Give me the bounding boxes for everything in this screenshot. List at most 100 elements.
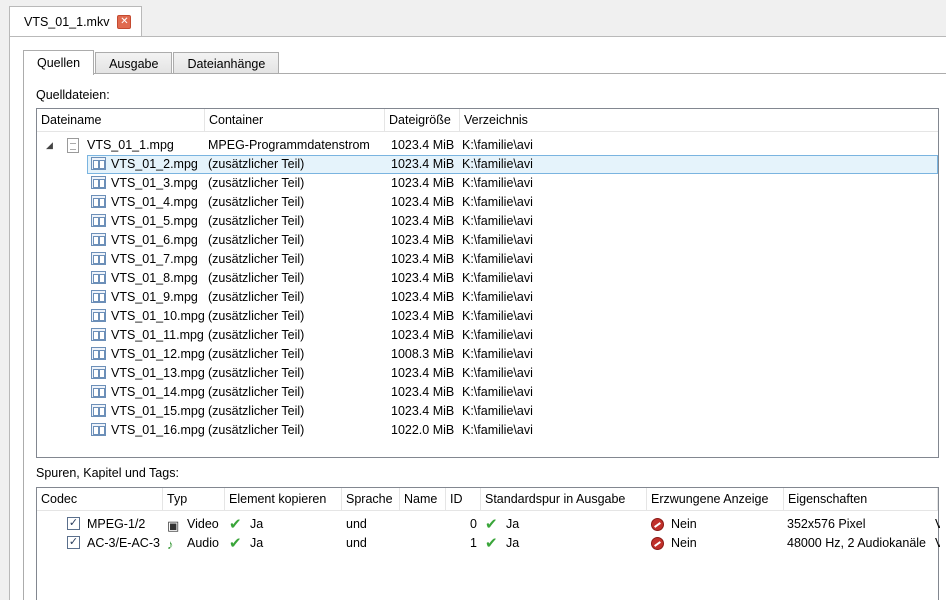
- video-file-icon: [91, 176, 106, 189]
- directory: K:\familie\avi: [462, 157, 533, 171]
- properties-overflow: V: [935, 517, 940, 531]
- column-header-language[interactable]: Sprache: [342, 488, 400, 510]
- table-row[interactable]: VTS_01_14.mpg (zusätzlicher Teil) 1023.4 M…: [37, 383, 938, 402]
- directory: K:\familie\avi: [462, 423, 533, 437]
- column-header-copy[interactable]: Element kopieren: [225, 488, 342, 510]
- tracks-list[interactable]: Codec Typ Element kopieren Sprache Name …: [36, 487, 940, 600]
- container: (zusätzlicher Teil): [208, 385, 305, 399]
- file-size: 1023.4 MiB: [391, 157, 455, 171]
- default-value: Ja: [506, 536, 520, 550]
- source-files-label: Quelldateien:: [36, 88, 110, 102]
- file-name: VTS_01_14.mpg: [111, 385, 205, 399]
- container: (zusätzlicher Teil): [208, 404, 305, 418]
- language: und: [346, 536, 367, 550]
- column-header-codec[interactable]: Codec: [37, 488, 163, 510]
- table-row[interactable]: VTS_01_4.mpg (zusätzlicher Teil) 1023.4 Mi…: [37, 193, 938, 212]
- tab-ausgabe[interactable]: Ausgabe: [95, 52, 173, 74]
- directory: K:\familie\avi: [462, 347, 533, 361]
- close-icon[interactable]: ✕: [117, 15, 132, 29]
- directory: K:\familie\avi: [462, 328, 533, 342]
- file-name: VTS_01_11.mpg: [111, 328, 204, 342]
- video-file-icon: [91, 271, 106, 284]
- document-tab-title: VTS_01_1.mkv: [24, 15, 110, 29]
- tab-dateianhaenge[interactable]: Dateianhänge: [173, 52, 280, 74]
- track-id: 1: [470, 536, 477, 550]
- column-header-type[interactable]: Typ: [163, 488, 225, 510]
- column-header-filename[interactable]: Dateiname: [37, 109, 205, 131]
- directory: K:\familie\avi: [462, 366, 533, 380]
- table-row[interactable]: VTS_01_15.mpg (zusätzlicher Teil) 1023.4 M…: [37, 402, 938, 421]
- video-file-icon: [91, 290, 106, 303]
- table-row[interactable]: VTS_01_12.mpg (zusätzlicher Teil) 1008.3 M…: [37, 345, 938, 364]
- collapse-icon[interactable]: ◢: [46, 136, 56, 155]
- audio-icon: ♪: [167, 537, 174, 552]
- file-name: VTS_01_8.mpg: [111, 271, 198, 285]
- track-name: [404, 515, 444, 534]
- container: (zusätzlicher Teil): [208, 290, 305, 304]
- video-file-icon: [91, 423, 106, 436]
- file-size: 1023.4 MiB: [391, 138, 455, 152]
- file-name: VTS_01_15.mpg: [111, 404, 205, 418]
- file-size: 1023.4 MiB: [391, 366, 455, 380]
- table-row[interactable]: VTS_01_13.mpg (zusätzlicher Teil) 1023.4 M…: [37, 364, 938, 383]
- table-row[interactable]: ✓ AC-3/E-AC-3 ♪ Audio ✔ Ja und 1 ✔ Ja Nein 48000 Hz…: [37, 534, 940, 553]
- directory: K:\familie\avi: [462, 271, 533, 285]
- file-name: VTS_01_16.mpg: [111, 423, 205, 437]
- file-size: 1022.0 MiB: [391, 423, 455, 437]
- container: (zusätzlicher Teil): [208, 328, 305, 342]
- track-checkbox[interactable]: ✓: [67, 536, 80, 549]
- column-header-forced[interactable]: Erzwungene Anzeige: [647, 488, 784, 510]
- table-row[interactable]: VTS_01_6.mpg (zusätzlicher Teil) 1023.4 Mi…: [37, 231, 938, 250]
- document-content: Quellen Ausgabe Dateianhänge Quelldateie…: [9, 36, 946, 600]
- column-header-properties[interactable]: Eigenschaften: [784, 488, 938, 510]
- container: (zusätzlicher Teil): [208, 423, 305, 437]
- track-type: Audio: [187, 536, 219, 550]
- container: (zusätzlicher Teil): [208, 214, 305, 228]
- track-checkbox[interactable]: ✓: [67, 517, 80, 530]
- table-row[interactable]: VTS_01_5.mpg (zusätzlicher Teil) 1023.4 Mi…: [37, 212, 938, 231]
- column-header-container[interactable]: Container: [205, 109, 385, 131]
- video-file-icon: [91, 157, 106, 170]
- directory: K:\familie\avi: [462, 309, 533, 323]
- tab-quellen[interactable]: Quellen: [23, 50, 95, 75]
- column-header-directory[interactable]: Verzeichnis: [460, 109, 940, 131]
- table-row[interactable]: ◢ VTS_01_1.mpg MPEG-Programmdatenstrom 1023…: [37, 136, 938, 155]
- copy-value: Ja: [250, 517, 264, 531]
- directory: K:\familie\avi: [462, 214, 533, 228]
- table-row[interactable]: ✓ MPEG-1/2 ▣ Video ✔ Ja und 0 ✔ Ja Nein 352x576 Pix…: [37, 515, 940, 534]
- table-row[interactable]: VTS_01_8.mpg (zusätzlicher Teil) 1023.4 Mi…: [37, 269, 938, 288]
- video-file-icon: [91, 233, 106, 246]
- column-header-default-track[interactable]: Standardspur in Ausgabe: [481, 488, 647, 510]
- table-row[interactable]: VTS_01_9.mpg (zusätzlicher Teil) 1023.4 Mi…: [37, 288, 938, 307]
- table-row[interactable]: VTS_01_7.mpg (zusätzlicher Teil) 1023.4 Mi…: [37, 250, 938, 269]
- container: MPEG-Programmdatenstrom: [208, 138, 370, 152]
- column-header-size[interactable]: Dateigröße: [385, 109, 460, 131]
- table-row[interactable]: VTS_01_10.mpg (zusätzlicher Teil) 1023.4 M…: [37, 307, 938, 326]
- video-file-icon: [91, 214, 106, 227]
- check-icon: ✔: [485, 535, 498, 552]
- file-name: VTS_01_9.mpg: [111, 290, 198, 304]
- document-tab[interactable]: VTS_01_1.mkv ✕: [9, 6, 142, 37]
- table-row[interactable]: VTS_01_16.mpg (zusätzlicher Teil) 1022.0 M…: [37, 421, 938, 440]
- table-row[interactable]: VTS_01_2.mpg (zusätzlicher Teil) 1023.4 Mi…: [37, 155, 938, 174]
- inner-tab-bar: Quellen Ausgabe Dateianhänge: [23, 50, 280, 75]
- file-size: 1023.4 MiB: [391, 290, 455, 304]
- track-name: [404, 534, 444, 553]
- file-size: 1023.4 MiB: [391, 233, 455, 247]
- column-header-id[interactable]: ID: [446, 488, 481, 510]
- table-row[interactable]: VTS_01_3.mpg (zusätzlicher Teil) 1023.4 Mi…: [37, 174, 938, 193]
- file-name: VTS_01_4.mpg: [111, 195, 198, 209]
- check-icon: ✔: [229, 535, 242, 552]
- directory: K:\familie\avi: [462, 385, 533, 399]
- source-files-list[interactable]: Dateiname Container Dateigröße Verzeichn…: [36, 108, 939, 458]
- track-id: 0: [470, 517, 477, 531]
- file-size: 1023.4 MiB: [391, 252, 455, 266]
- language: und: [346, 517, 367, 531]
- table-row[interactable]: VTS_01_11.mpg (zusätzlicher Teil) 1023.4 M…: [37, 326, 938, 345]
- container: (zusätzlicher Teil): [208, 252, 305, 266]
- no-entry-icon: [651, 537, 664, 550]
- video-file-icon: [91, 404, 106, 417]
- column-header-name[interactable]: Name: [400, 488, 446, 510]
- container: (zusätzlicher Teil): [208, 233, 305, 247]
- container: (zusätzlicher Teil): [208, 366, 305, 380]
